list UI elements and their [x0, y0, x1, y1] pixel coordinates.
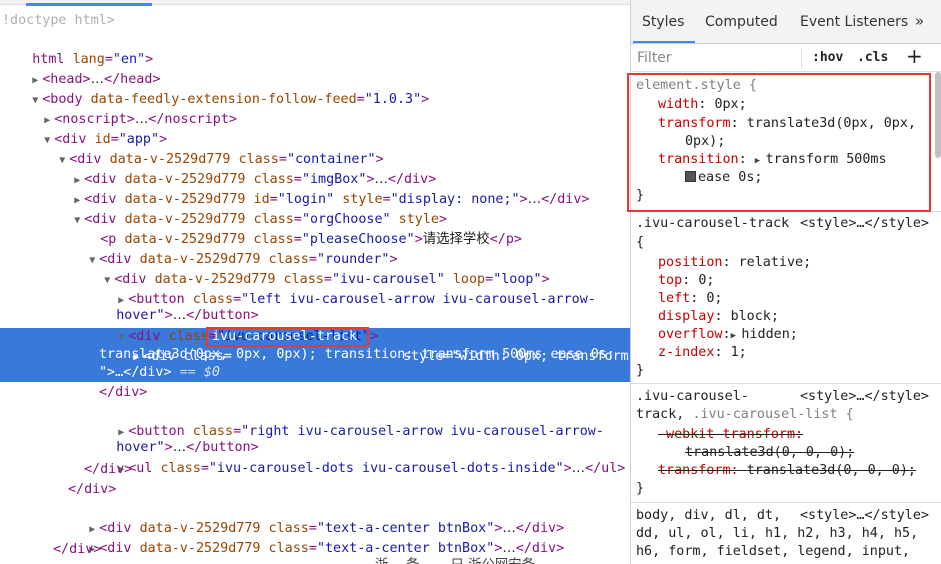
more-tabs-icon[interactable]: »	[915, 12, 924, 30]
dom-ul-dots[interactable]: ▶ <ul class="ivu-carousel-dots ivu-carous…	[86, 440, 625, 476]
dom-div-close-3: </div>	[68, 482, 117, 497]
rule3-selector-line1[interactable]: body, div, dl, dt,	[636, 507, 781, 525]
dom-button-left[interactable]: ▶ <button class="left ivu-carousel-arrow …	[86, 271, 596, 307]
dom-div-close-2: </div>	[84, 462, 133, 477]
rule1-prop-display[interactable]: display: block;	[658, 308, 779, 326]
tab-computed[interactable]: Computed	[705, 14, 778, 30]
rule1-open: {	[636, 235, 645, 250]
dom-head[interactable]: ▶ <head>…</head>	[0, 51, 160, 87]
dom-noscript[interactable]: ▶ <noscript>…</noscript>	[12, 91, 237, 127]
dom-p-pleasechoose[interactable]: <p data-v-2529d779 class="pleaseChoose">…	[68, 211, 522, 247]
filter-input[interactable]: Filter	[637, 50, 672, 66]
dom-doctype[interactable]: !doctype html>	[2, 11, 115, 30]
filter-divider	[801, 48, 802, 68]
styles-scrollbar[interactable]	[935, 72, 941, 158]
highlighted-class-box: ivu-carousel-track	[206, 327, 369, 347]
rule3-source-link[interactable]: <style>…</style>	[800, 507, 929, 525]
dom-div-carousel-track-cont1: translate3d(0px, 0px, 0px); transition: …	[99, 347, 615, 362]
highlighted-class-text: ivu-carousel-track	[212, 329, 358, 344]
rule2-source-link[interactable]: <style>…</style>	[800, 388, 929, 406]
dom-html[interactable]: html lang="en">	[0, 31, 153, 67]
rule3-selector-line2[interactable]: dd, ul, ol, li, h1, h2, h3, h4, h5,	[636, 525, 918, 543]
rule1-close: }	[636, 363, 645, 378]
styles-filter-bar: Filter :hov .cls +	[631, 44, 941, 72]
expand-triangle-icon[interactable]: ▶	[731, 331, 742, 341]
elements-panel: !doctype html> html lang="en"> ▶ <head>…<…	[0, 0, 630, 564]
dom-div-close-4: </div>	[53, 542, 102, 557]
elements-top-bar	[0, 0, 630, 6]
dom-body[interactable]: ▼ <body data-feedly-extension-follow-feed…	[0, 71, 429, 107]
rule2-prop-webkit-transform-cont: translate3d(0, 0, 0);	[685, 445, 855, 460]
rule1-prop-overflow[interactable]: overflow:▶ hidden;	[658, 326, 798, 344]
dom-div-btnbox-1[interactable]: ▶ <div data-v-2529d779 class="text-a-cent…	[57, 500, 564, 536]
rule-separator	[631, 383, 941, 384]
hov-toggle[interactable]: :hov	[812, 50, 843, 65]
dom-button-right[interactable]: ▶ <button class="right ivu-carousel-arrow…	[86, 403, 604, 439]
element-style-highlight-box	[627, 73, 931, 212]
rule1-prop-position[interactable]: position: relative;	[658, 254, 811, 272]
rule2-selector-a[interactable]: .ivu-carousel-	[636, 388, 749, 406]
dom-div-orgchoose[interactable]: ▼ <div data-v-2529d779 class="orgChoose" …	[42, 191, 447, 227]
rule2-prop-transform[interactable]: transform: translate3d(0, 0, 0);	[658, 462, 916, 480]
dom-div-imgbox[interactable]: ▶ <div data-v-2529d779 class="imgBox">…</…	[42, 151, 436, 187]
rule2-selector-b[interactable]: track, .ivu-carousel-list {	[636, 406, 854, 424]
tab-styles[interactable]: Styles	[642, 14, 684, 30]
rule1-selector[interactable]: .ivu-carousel-track	[636, 215, 789, 233]
active-tab-indicator	[633, 41, 695, 43]
rule1-prop-zindex[interactable]: z-index: 1;	[658, 344, 747, 362]
rule2-prop-webkit-transform[interactable]: -webkit-transform:	[658, 426, 803, 444]
rule1-prop-top[interactable]: top: 0;	[658, 272, 714, 290]
elements-tab-indicator	[26, 3, 152, 6]
rule1-prop-left[interactable]: left: 0;	[658, 290, 723, 308]
dom-div-login[interactable]: ▶ <div data-v-2529d779 id="login" style="…	[42, 171, 589, 207]
rule2-close: }	[636, 481, 645, 496]
dom-footer-text: 浙… 备… …只 浙公网安备	[375, 556, 535, 564]
cls-toggle[interactable]: .cls	[857, 50, 888, 65]
styles-tab-bar: Styles Computed Event Listeners »	[631, 0, 941, 44]
dom-button-right-cont: hover">…</button>	[116, 440, 259, 455]
rule-separator	[631, 502, 941, 503]
dom-div-carousel-list[interactable]: ▼ <div class="ivu-carousel-list">	[86, 308, 378, 344]
dom-button-left-cont: hover">…</button>	[116, 308, 259, 323]
dom-div-rounder[interactable]: ▼ <div data-v-2529d779 class="rounder">	[57, 231, 397, 267]
tab-event-listeners[interactable]: Event Listeners	[800, 14, 908, 30]
rule1-source-link[interactable]: <style>…</style>	[800, 215, 929, 233]
dom-div-close-1: </div>	[99, 385, 148, 400]
dom-div-carousel-track-cont2: ">…</div> == $0	[99, 365, 220, 380]
dom-div-carousel[interactable]: ▼ <div data-v-2529d779 class="ivu-carouse…	[72, 251, 549, 287]
dom-div-app[interactable]: ▼ <div id="app">	[12, 111, 167, 147]
rule3-selector-line3[interactable]: h6, form, fieldset, legend, input,	[636, 543, 910, 561]
dom-div-container[interactable]: ▼ <div data-v-2529d779 class="container">	[27, 131, 383, 167]
new-style-rule-icon[interactable]: +	[906, 44, 923, 68]
dom-div-btnbox-2[interactable]: ▶ <div data-v-2529d779 class="text-a-cent…	[57, 520, 564, 556]
